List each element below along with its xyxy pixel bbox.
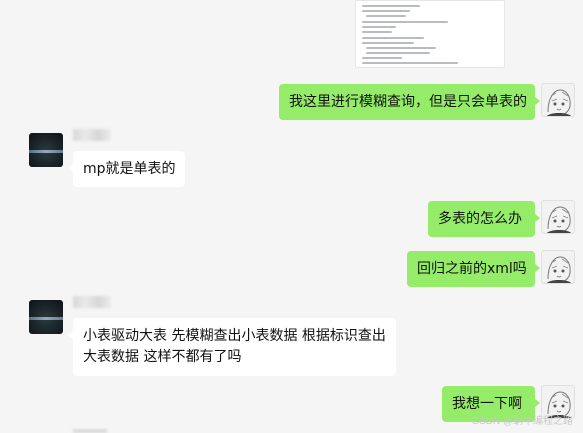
message-bubble-me[interactable]: 回归之前的xml吗 [407,251,540,287]
contact-avatar[interactable] [29,133,63,167]
message-bubble-other[interactable]: mp就是单表的 [68,151,185,187]
message-text: 我这里进行模糊查询，但是只会单表的 [289,94,527,110]
message-text: 我想一下啊 [452,396,522,412]
sender-name-blurred [73,129,111,141]
my-avatar[interactable] [541,200,575,234]
my-avatar[interactable] [541,250,575,284]
sender-name-blurred [73,296,111,308]
sketch-character-icon [546,256,572,283]
my-avatar[interactable] [541,83,575,117]
sketch-character-icon [546,89,572,116]
message-text: 多表的怎么办 [438,211,522,227]
message-text: 回归之前的xml吗 [417,261,527,277]
message-bubble-other[interactable]: 小表驱动大表 先模糊查出小表数据 根据标识查出大表数据 这样不都有了吗 [68,318,396,376]
csdn-watermark: CSDN @蜗牛编程之路 [471,416,573,427]
contact-avatar[interactable] [29,300,63,334]
next-sender-name-blurred [73,429,107,433]
message-bubble-me[interactable]: 多表的怎么办 [428,201,540,237]
message-bubble-me[interactable]: 我这里进行模糊查询，但是只会单表的 [279,84,540,120]
sketch-character-icon [546,206,572,233]
message-text: 小表驱动大表 先模糊查出小表数据 根据标识查出大表数据 这样不都有了吗 [83,328,386,365]
code-screenshot-image[interactable] [355,0,505,68]
message-text: mp就是单表的 [83,161,176,177]
